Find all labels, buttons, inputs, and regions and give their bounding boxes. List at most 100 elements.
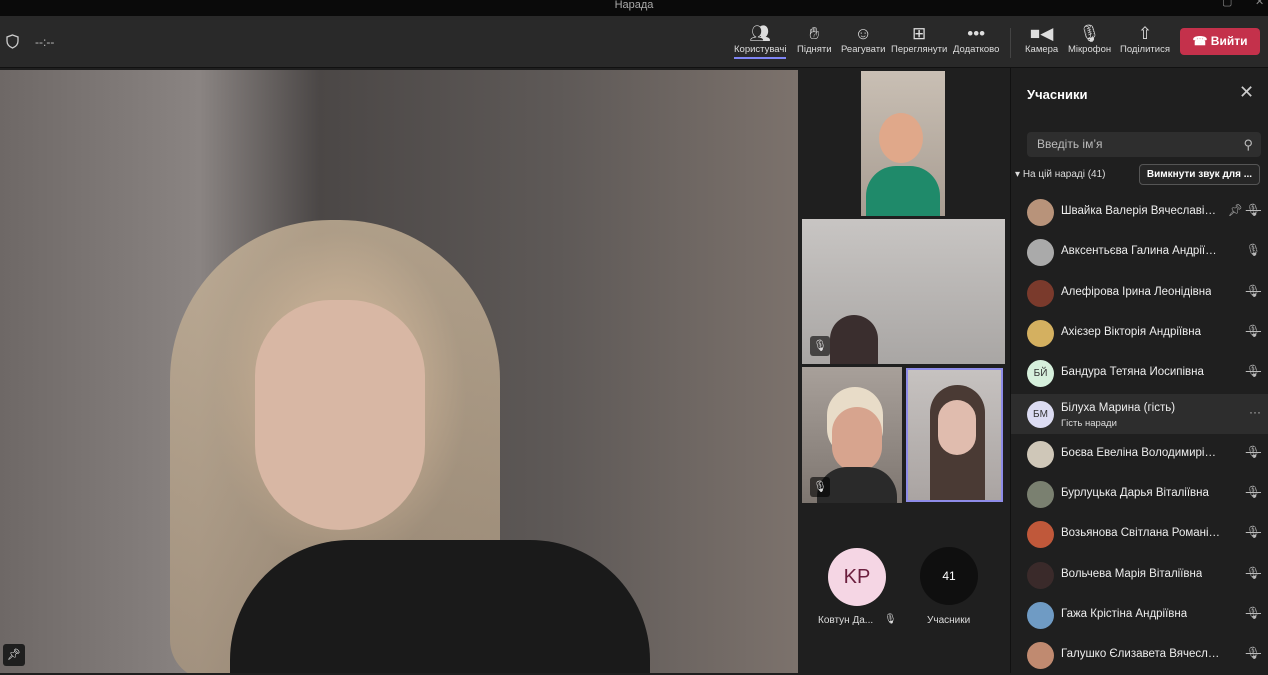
- mic-off-icon: 🎙︎: [810, 477, 830, 497]
- mic-off-icon: 🎙︎: [1245, 485, 1261, 500]
- mic-off-icon: 🎙︎: [1245, 364, 1261, 379]
- people-icon: 👥︎: [749, 24, 772, 43]
- video-subject-face: [255, 300, 425, 530]
- raise-hand-button[interactable]: ✋︎ Підняти: [797, 24, 832, 55]
- avatar: БЙ: [1027, 360, 1054, 388]
- hangup-icon: ☎: [1192, 34, 1211, 48]
- maximize-icon[interactable]: ▢: [1222, 0, 1232, 8]
- meeting-toolbar: --:-- 👥︎ Користувачі ✋︎ Підняти ☺ Реагувати…: [0, 16, 1268, 68]
- window-title: Нарада: [614, 0, 654, 11]
- search-input[interactable]: Введіть ім’я ⚲: [1027, 132, 1261, 157]
- participant-name: Ахієзер Вікторія Андріївна: [1061, 325, 1201, 338]
- avatar: [1027, 602, 1054, 629]
- view-button[interactable]: ⊞ Переглянути: [891, 24, 947, 55]
- close-window-icon[interactable]: ✕: [1255, 0, 1264, 8]
- participant-row[interactable]: Гажа Крістіна Андріївна 🎙︎: [1011, 595, 1268, 635]
- participant-row[interactable]: Возьянова Світлана Романівна 🎙︎: [1011, 514, 1268, 554]
- participants-panel: Учасники ✕ Введіть ім’я ⚲ ▾ На цій нараді…: [1010, 68, 1268, 673]
- participant-row[interactable]: Боєва Евеліна Володимирівна 🎙︎: [1011, 434, 1268, 474]
- participant-name: Алефірова Ірина Леонідівна: [1061, 285, 1212, 298]
- section-toggle[interactable]: ▾ На цій нараді (41): [1015, 169, 1106, 180]
- participant-name: Білуха Марина (гість): [1061, 401, 1176, 414]
- avatar: [1027, 481, 1054, 509]
- camera-button[interactable]: ■◀ Камера: [1025, 24, 1058, 55]
- share-icon: ⇧: [1137, 24, 1153, 43]
- participant-row[interactable]: Бурлуцька Дарья Віталіївна 🎙︎: [1011, 474, 1268, 514]
- mic-icon: 🎙︎: [1245, 243, 1261, 258]
- participant-avatar[interactable]: KP: [828, 548, 886, 606]
- video-tile[interactable]: 🎙︎: [802, 219, 1005, 364]
- meeting-timer: --:--: [35, 35, 55, 49]
- camera-label: Камера: [1025, 44, 1059, 55]
- mic-off-icon: 🎙︎: [884, 614, 897, 625]
- panel-title: Учасники: [1027, 87, 1088, 102]
- participant-role: Гість наради: [1061, 417, 1117, 429]
- participant-row[interactable]: Галушко Єлизавета Вячеславівна 🎙︎: [1011, 635, 1268, 675]
- mic-off-icon: 🎙︎: [1245, 283, 1261, 298]
- participants-count-button[interactable]: 41: [920, 547, 978, 605]
- participant-name: Авксентьєва Галина Андріївна: [1061, 245, 1221, 258]
- pin-icon[interactable]: 📌︎: [3, 644, 25, 666]
- participant-name: Швайка Валерія Вячеславівна: [1061, 205, 1221, 217]
- share-button[interactable]: ⇧ Поділитися: [1120, 24, 1170, 55]
- video-tile[interactable]: [861, 71, 945, 216]
- avatar: [1027, 239, 1054, 267]
- participant-row[interactable]: Алефірова Ірина Леонідівна 🎙︎: [1011, 273, 1268, 313]
- section-label: На цій нараді (41): [1022, 169, 1106, 180]
- people-button[interactable]: 👥︎ Користувачі: [734, 24, 787, 59]
- mic-off-icon: 🎙︎: [810, 336, 830, 356]
- hand-icon: ✋︎: [809, 24, 820, 43]
- participant-row[interactable]: БМ Білуха Марина (гість) Гість наради ···: [1011, 393, 1268, 434]
- participant-row[interactable]: Швайка Валерія Вячеславівна 🎙︎ 📌︎: [1011, 192, 1268, 232]
- participant-name: Вольчева Марія Віталіївна: [1061, 567, 1203, 580]
- avatar: [1027, 440, 1054, 468]
- leave-button[interactable]: ☎ Вийти: [1180, 28, 1260, 55]
- raise-label: Підняти: [797, 44, 832, 55]
- participant-row[interactable]: Авксентьєва Галина Андріївна 🎙︎: [1011, 232, 1268, 272]
- video-tile-active-speaker[interactable]: [906, 368, 1003, 502]
- search-icon: ⚲: [1243, 137, 1253, 152]
- search-placeholder: Введіть ім’я: [1037, 137, 1103, 151]
- more-label: Додатково: [953, 44, 1000, 55]
- camera-icon: ■◀: [1029, 24, 1054, 43]
- participant-name: Гажа Крістіна Андріївна: [1061, 608, 1188, 620]
- participant-name: Галушко Єлизавета Вячеславівна: [1061, 648, 1221, 661]
- view-label: Переглянути: [891, 44, 948, 55]
- react-button[interactable]: ☺ Реагувати: [841, 24, 885, 55]
- title-bar: Нарада ▢ ✕: [0, 0, 1268, 16]
- participant-name: Ковтун Да...: [818, 615, 874, 626]
- avatar: [1027, 319, 1054, 347]
- mute-all-button[interactable]: Вимкнути звук для ...: [1139, 164, 1260, 185]
- participant-name: Возьянова Світлана Романівна: [1061, 527, 1221, 540]
- mic-off-icon: 🎙︎: [1245, 525, 1261, 540]
- mic-label: Мікрофон: [1068, 44, 1112, 55]
- participant-row[interactable]: Ахієзер Вікторія Андріївна 🎙︎: [1011, 313, 1268, 353]
- divider: [1010, 28, 1011, 58]
- mic-off-icon: 🎙︎: [1245, 203, 1261, 217]
- close-icon[interactable]: ✕: [1239, 82, 1254, 103]
- participant-row[interactable]: БЙ Бандура Тетяна Йосипівна 🎙︎: [1011, 353, 1268, 393]
- mic-off-icon: 🎙︎: [1245, 565, 1261, 580]
- pin-icon[interactable]: 📌︎: [1228, 203, 1243, 217]
- mic-off-icon: 🎙︎: [1245, 323, 1261, 338]
- mic-off-icon: 🎙︎: [1245, 444, 1261, 459]
- video-tile[interactable]: 🎙︎: [802, 367, 902, 503]
- participant-name: Бурлуцька Дарья Віталіївна: [1061, 487, 1209, 500]
- participant-row[interactable]: Вольчева Марія Віталіївна 🎙︎: [1011, 555, 1268, 595]
- participant-name: Бандура Тетяна Йосипівна: [1061, 366, 1204, 379]
- mic-off-icon: 🎙︎: [1078, 24, 1101, 43]
- participant-name: Боєва Евеліна Володимирівна: [1061, 446, 1221, 459]
- main-video[interactable]: 📌︎: [0, 70, 798, 673]
- mic-off-icon: 🎙︎: [1245, 606, 1261, 620]
- avatar: [1027, 642, 1054, 670]
- avatar: [1027, 279, 1054, 307]
- smile-icon: ☺: [854, 24, 872, 43]
- avatar: [1027, 521, 1054, 549]
- video-subject-body: [230, 540, 650, 673]
- avatar: БМ: [1027, 400, 1054, 428]
- microphone-button[interactable]: 🎙︎ Мікрофон: [1068, 24, 1111, 55]
- more-options-icon[interactable]: ···: [1249, 405, 1261, 419]
- people-label: Користувачі: [734, 44, 787, 55]
- mic-off-icon: 🎙︎: [1245, 646, 1261, 661]
- more-button[interactable]: ••• Додатково: [953, 24, 999, 55]
